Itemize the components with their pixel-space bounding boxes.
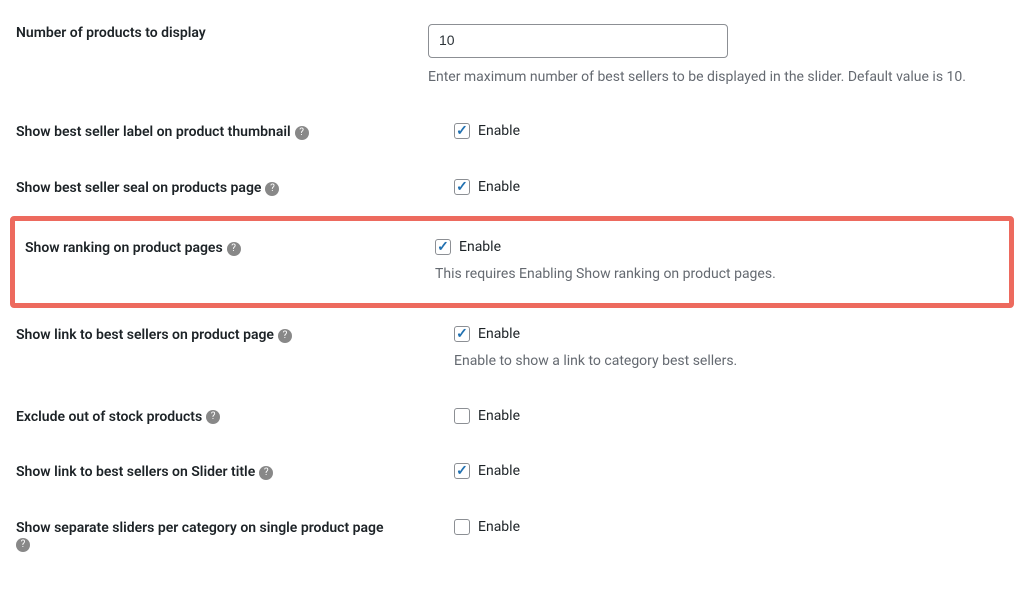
show-ranking-help: This requires Enabling Show ranking on p… — [435, 265, 999, 285]
settings-form: Number of products to display Enter maxi… — [16, 18, 1008, 570]
link-product-page-help: Enable to show a link to category best s… — [454, 352, 1008, 372]
separate-sliders-checkbox[interactable] — [454, 519, 470, 535]
setting-row-link-slider-title: Show link to best sellers on Slider titl… — [16, 445, 1008, 501]
setting-row-label-thumb: Show best seller label on product thumbn… — [16, 105, 1008, 161]
setting-row-show-ranking: Show ranking on product pages ? Enable T… — [10, 216, 1014, 308]
show-seal-page-checkbox-label[interactable]: Enable — [478, 179, 520, 195]
label-show-seal-page: Show best seller seal on products page ? — [16, 179, 416, 199]
control-separate-sliders: Enable — [416, 519, 1008, 535]
link-product-page-checkbox[interactable] — [454, 326, 470, 342]
info-icon[interactable]: ? — [227, 242, 241, 256]
control-show-label-thumb: Enable — [416, 123, 1008, 139]
link-slider-title-checkbox[interactable] — [454, 463, 470, 479]
separate-sliders-checkbox-label[interactable]: Enable — [478, 519, 520, 535]
info-icon[interactable]: ? — [278, 329, 292, 343]
show-label-thumb-checkbox[interactable] — [454, 123, 470, 139]
setting-row-separate-sliders: Show separate sliders per category on si… — [16, 501, 1008, 571]
show-ranking-checkbox-label[interactable]: Enable — [459, 239, 501, 255]
show-ranking-checkbox[interactable] — [435, 239, 451, 255]
setting-row-link-product-page: Show link to best sellers on product pag… — [16, 308, 1008, 390]
num-products-help: Enter maximum number of best sellers to … — [428, 68, 1008, 88]
show-label-thumb-checkbox-label[interactable]: Enable — [478, 123, 520, 139]
exclude-oos-checkbox[interactable] — [454, 408, 470, 424]
label-exclude-oos: Exclude out of stock products ? — [16, 408, 416, 428]
control-show-ranking: Enable This requires Enabling Show ranki… — [413, 239, 999, 285]
info-icon[interactable]: ? — [206, 410, 220, 424]
show-seal-page-checkbox[interactable] — [454, 179, 470, 195]
num-products-input[interactable] — [428, 24, 728, 58]
label-link-product-page: Show link to best sellers on product pag… — [16, 326, 416, 346]
exclude-oos-checkbox-label[interactable]: Enable — [478, 408, 520, 424]
info-icon[interactable]: ? — [265, 182, 279, 196]
label-link-slider-title: Show link to best sellers on Slider titl… — [16, 463, 416, 483]
label-separate-sliders: Show separate sliders per category on si… — [16, 519, 416, 553]
control-link-product-page: Enable Enable to show a link to category… — [416, 326, 1008, 372]
link-slider-title-checkbox-label[interactable]: Enable — [478, 463, 520, 479]
control-show-seal-page: Enable — [416, 179, 1008, 195]
setting-row-seal-page: Show best seller seal on products page ?… — [16, 161, 1008, 217]
control-exclude-oos: Enable — [416, 408, 1008, 424]
setting-row-num-products: Number of products to display Enter maxi… — [16, 18, 1008, 105]
info-icon[interactable]: ? — [295, 126, 309, 140]
setting-row-exclude-oos: Exclude out of stock products ? Enable — [16, 390, 1008, 446]
info-icon[interactable]: ? — [259, 466, 273, 480]
label-show-label-thumb: Show best seller label on product thumbn… — [16, 123, 416, 143]
control-num-products: Enter maximum number of best sellers to … — [416, 24, 1008, 87]
link-product-page-checkbox-label[interactable]: Enable — [478, 326, 520, 342]
label-show-ranking: Show ranking on product pages ? — [25, 239, 413, 259]
info-icon[interactable]: ? — [16, 538, 30, 552]
label-num-products: Number of products to display — [16, 24, 416, 44]
control-link-slider-title: Enable — [416, 463, 1008, 479]
